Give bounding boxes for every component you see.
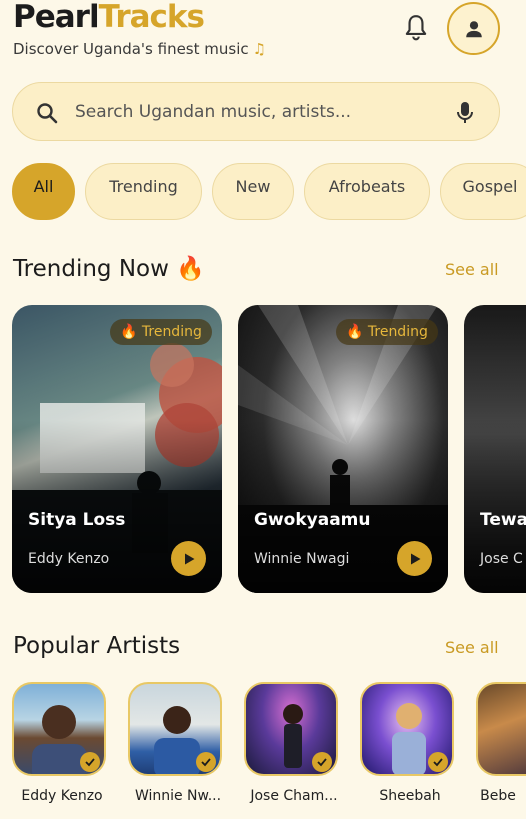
artist-name: Eddy Kenzo bbox=[21, 788, 103, 804]
artists-section-title: Popular Artists bbox=[13, 633, 181, 659]
chip-afrobeats[interactable]: Afrobeats bbox=[304, 163, 430, 220]
trending-carousel: 🔥 Trending Sitya Loss Eddy Kenzo 🔥 Trend… bbox=[0, 305, 526, 595]
artist-name: Jose Cham... bbox=[250, 788, 338, 804]
trending-badge: 🔥 Trending bbox=[336, 319, 438, 345]
trending-section-title: Trending Now 🔥 bbox=[13, 256, 205, 282]
filter-chips: All Trending New Afrobeats Gospel bbox=[12, 163, 526, 221]
search-icon bbox=[37, 103, 58, 124]
logo-part-tracks: Tracks bbox=[98, 0, 205, 35]
verified-icon bbox=[428, 752, 448, 772]
artist-name: Bebe bbox=[480, 788, 516, 804]
chip-all[interactable]: All bbox=[12, 163, 75, 220]
artists-carousel: Eddy Kenzo Winnie Nw... Jose Cham... She… bbox=[0, 682, 526, 812]
track-artist: Winnie Nwagi bbox=[254, 551, 350, 567]
play-icon bbox=[410, 553, 420, 564]
trending-badge: 🔥 Trending bbox=[110, 319, 212, 345]
trending-see-all-link[interactable]: See all bbox=[445, 260, 499, 279]
track-artist: Eddy Kenzo bbox=[28, 551, 110, 567]
user-icon bbox=[465, 20, 482, 37]
search-bar[interactable]: Search Ugandan music, artists... bbox=[12, 82, 500, 141]
app-header: PearlTracks Discover Uganda's finest mus… bbox=[13, 0, 513, 70]
track-title: Tewa bbox=[480, 510, 526, 530]
chip-gospel[interactable]: Gospel bbox=[440, 163, 526, 220]
artist-name: Sheebah bbox=[379, 788, 441, 804]
verified-icon bbox=[312, 752, 332, 772]
artist-avatar bbox=[476, 682, 526, 776]
track-card[interactable]: Tewa Jose C bbox=[464, 305, 526, 593]
verified-icon bbox=[196, 752, 216, 772]
profile-button[interactable] bbox=[447, 2, 500, 55]
microphone-icon[interactable] bbox=[455, 100, 475, 126]
logo-part-pearl: Pearl bbox=[13, 0, 100, 35]
track-card[interactable]: 🔥 Trending Sitya Loss Eddy Kenzo bbox=[12, 305, 222, 593]
tagline: Discover Uganda's finest music ♫ bbox=[13, 40, 266, 58]
track-card[interactable]: 🔥 Trending Gwokyaamu Winnie Nwagi bbox=[238, 305, 448, 593]
verified-icon bbox=[80, 752, 100, 772]
notifications-bell-icon[interactable] bbox=[403, 14, 429, 42]
chip-trending[interactable]: Trending bbox=[85, 163, 202, 220]
track-artist: Jose C bbox=[480, 551, 523, 567]
artist-name: Winnie Nw... bbox=[134, 788, 222, 804]
play-button[interactable] bbox=[171, 541, 206, 576]
tagline-text: Discover Uganda's finest music bbox=[13, 40, 249, 58]
search-input[interactable]: Search Ugandan music, artists... bbox=[75, 102, 351, 122]
play-button[interactable] bbox=[397, 541, 432, 576]
music-note-icon: ♫ bbox=[252, 40, 267, 58]
chip-new[interactable]: New bbox=[212, 163, 294, 220]
play-icon bbox=[184, 553, 194, 564]
track-title: Gwokyaamu bbox=[254, 510, 371, 530]
artists-see-all-link[interactable]: See all bbox=[445, 638, 499, 657]
app-logo: PearlTracks bbox=[13, 0, 205, 35]
track-title: Sitya Loss bbox=[28, 510, 126, 530]
